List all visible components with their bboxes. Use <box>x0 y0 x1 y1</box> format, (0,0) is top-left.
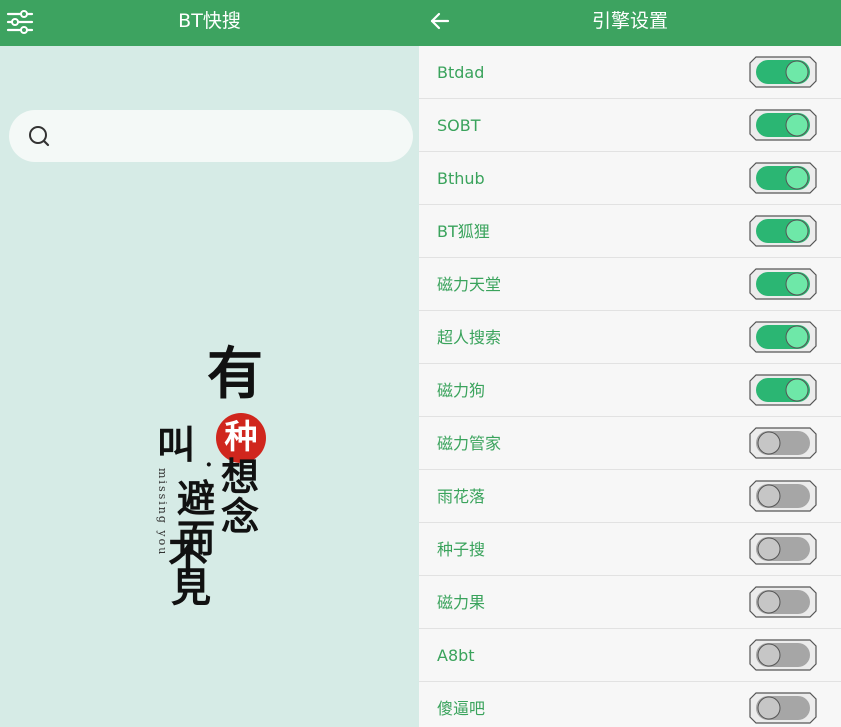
engine-row: Btdad <box>419 46 841 99</box>
art-char-nian: 念 <box>221 494 260 539</box>
toggle-thumb <box>785 378 809 402</box>
search-input[interactable] <box>65 120 399 154</box>
engine-row: 傻逼吧 <box>419 682 841 727</box>
engine-toggle-off[interactable] <box>749 480 817 512</box>
app-root: BT快搜 有 种 叫 · 想 念 避 而 不 見 missing you 引擎设… <box>0 0 841 727</box>
engine-list: Btdad SOBT Bthub BT狐狸磁力天堂超人搜索磁力狗磁力管家雨花落种子搜磁… <box>419 46 841 727</box>
engine-toggle-off[interactable] <box>749 692 817 724</box>
art-char-zhong: 种 <box>224 417 258 456</box>
engine-toggle-on[interactable] <box>749 268 817 300</box>
engine-row: 磁力管家 <box>419 417 841 470</box>
engine-label: 超人搜索 <box>437 328 502 347</box>
search-screen: BT快搜 有 种 叫 · 想 念 避 而 不 見 missing you <box>0 0 419 727</box>
engine-label: 雨花落 <box>437 487 486 506</box>
search-icon[interactable] <box>27 124 51 148</box>
engine-row: 磁力果 <box>419 576 841 629</box>
toggle-thumb <box>757 696 781 720</box>
engine-toggle-on[interactable] <box>749 109 817 141</box>
engine-label: 傻逼吧 <box>437 699 486 718</box>
engine-label: A8bt <box>437 646 475 665</box>
toggle-thumb <box>757 590 781 614</box>
toggle-thumb <box>757 643 781 667</box>
engine-toggle-off[interactable] <box>749 533 817 565</box>
engine-row: 超人搜索 <box>419 311 841 364</box>
engine-row: A8bt <box>419 629 841 682</box>
engine-label: Bthub <box>437 169 485 188</box>
art-char-xiang: 想 <box>221 454 260 499</box>
engine-row: 种子搜 <box>419 523 841 576</box>
engine-label: SOBT <box>437 116 481 135</box>
art-char-dot: · <box>205 452 213 478</box>
toggle-thumb <box>757 431 781 455</box>
settings-app-bar: 引擎设置 <box>419 0 841 46</box>
engine-label: 磁力天堂 <box>437 275 502 294</box>
engine-row: 雨花落 <box>419 470 841 523</box>
calligraphy-artwork: 有 种 叫 · 想 念 避 而 不 見 missing you <box>150 340 290 615</box>
engine-row: BT狐狸 <box>419 205 841 258</box>
search-bar[interactable] <box>9 110 413 162</box>
app-title: BT快搜 <box>178 10 241 32</box>
top-app-bar: BT快搜 <box>0 0 419 46</box>
toggle-thumb <box>757 484 781 508</box>
engine-toggle-on[interactable] <box>749 162 817 194</box>
engine-toggle-off[interactable] <box>749 639 817 671</box>
art-char-jian: 見 <box>171 564 211 611</box>
engine-row: SOBT <box>419 99 841 152</box>
art-char-bi: 避 <box>177 476 216 521</box>
engine-row: 磁力天堂 <box>419 258 841 311</box>
toggle-thumb <box>785 325 809 349</box>
art-char-you: 有 <box>207 341 263 407</box>
engine-toggle-on[interactable] <box>749 374 817 406</box>
engine-settings-screen: 引擎设置 Btdad SOBT Bthub BT狐狸磁力天堂超人搜索磁力狗磁力管家雨花… <box>419 0 841 727</box>
engine-label: Btdad <box>437 63 485 82</box>
engine-label: BT狐狸 <box>437 222 490 241</box>
engine-label: 种子搜 <box>437 540 486 559</box>
engine-toggle-on[interactable] <box>749 56 817 88</box>
settings-title: 引擎设置 <box>591 10 668 32</box>
art-char-jiao: 叫 <box>157 422 196 467</box>
toggle-thumb <box>785 113 809 137</box>
engine-row: 磁力狗 <box>419 364 841 417</box>
engine-label: 磁力果 <box>437 593 486 612</box>
engine-toggle-on[interactable] <box>749 215 817 247</box>
toggle-thumb <box>785 60 809 84</box>
engine-label: 磁力管家 <box>437 434 502 453</box>
toggle-thumb <box>785 272 809 296</box>
engine-row: Bthub <box>419 152 841 205</box>
toggle-thumb <box>785 219 809 243</box>
toggle-thumb <box>757 537 781 561</box>
engine-toggle-off[interactable] <box>749 427 817 459</box>
engine-toggle-off[interactable] <box>749 586 817 618</box>
toggle-thumb <box>785 166 809 190</box>
engine-toggle-on[interactable] <box>749 321 817 353</box>
engine-label: 磁力狗 <box>437 381 486 400</box>
art-vertical-text: missing you <box>156 468 169 557</box>
